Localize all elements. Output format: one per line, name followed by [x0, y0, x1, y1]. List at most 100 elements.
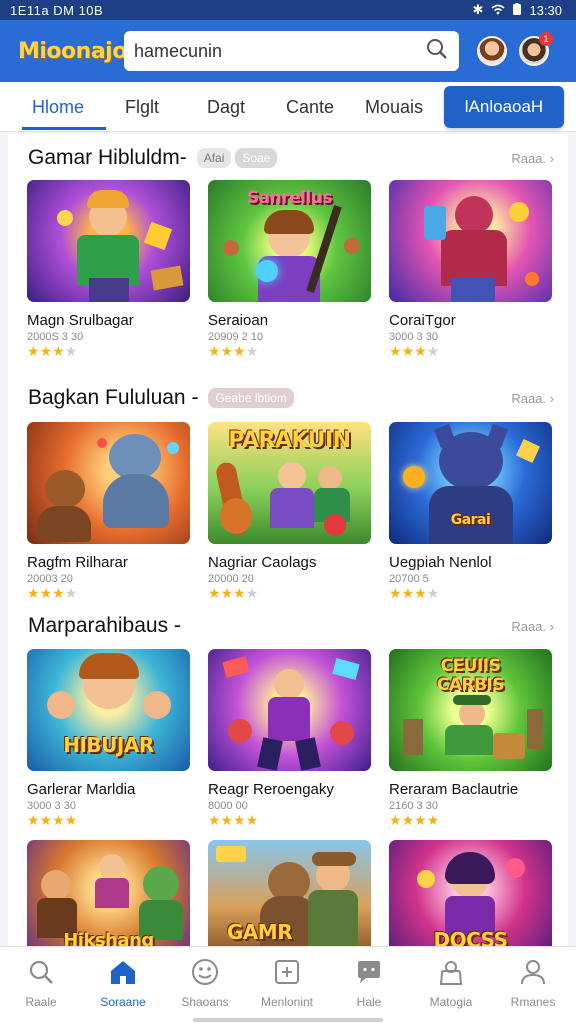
app-header: Mioonajo 1 [0, 20, 576, 82]
search-icon[interactable] [425, 37, 449, 66]
profile-icon [518, 957, 548, 987]
nav-item-profile[interactable]: Rmanes [492, 947, 574, 1024]
search-bar[interactable] [124, 31, 459, 71]
section-chip[interactable]: Afai [196, 148, 232, 168]
game-card[interactable]: Magn Srulbagar 2000S 3 30 ★★★★ [27, 180, 190, 360]
nav-label: Hale [356, 995, 382, 1009]
controller-icon [272, 957, 302, 987]
star-empty-icon: ★ [245, 585, 259, 601]
star-filled-icon: ★ [208, 343, 221, 359]
nav-item-matogia[interactable]: Matogia [410, 947, 492, 1024]
star-filled-icon: ★ [414, 812, 427, 828]
see-all-label: Raaa. [511, 618, 547, 634]
star-empty-icon: ★ [245, 343, 259, 359]
star-empty-icon: ★ [426, 343, 440, 359]
game-title: Magn Srulbagar [27, 312, 134, 329]
game-card[interactable]: HIBUJAR Garlerar Marldia 3000 3 30 ★★★★ [27, 649, 190, 829]
nav-item-shaoans[interactable]: Shaoans [164, 947, 246, 1024]
section-chip[interactable]: Soae [235, 148, 278, 168]
game-card[interactable]: GAMR [208, 840, 371, 946]
see-all-link[interactable]: Raaa. › [511, 619, 554, 634]
star-empty-icon: ★ [426, 585, 440, 601]
nav-label: Rmanes [510, 995, 556, 1009]
tab-cante[interactable]: Cante [268, 82, 352, 132]
star-filled-icon: ★ [27, 812, 40, 828]
game-thumbnail[interactable] [27, 180, 190, 302]
star-filled-icon: ★ [220, 585, 234, 601]
star-filled-icon: ★ [401, 585, 415, 601]
section-title: Gamar Hibluldm- [28, 146, 187, 169]
star-filled-icon: ★ [39, 343, 53, 359]
tab-home[interactable]: Hlome [16, 82, 106, 132]
bluetooth-icon: ✱ [472, 2, 484, 17]
profile-avatar[interactable]: 1 [519, 32, 553, 66]
nav-label: Matogia [429, 995, 473, 1009]
star-filled-icon: ★ [52, 585, 65, 601]
star-filled-icon: ★ [220, 812, 234, 828]
download-button[interactable]: lAnloaoaH [444, 85, 564, 128]
game-thumbnail[interactable]: Garai [389, 422, 552, 544]
game-thumbnail[interactable] [208, 649, 371, 771]
star-filled-icon: ★ [52, 343, 65, 359]
star-filled-icon: ★ [414, 585, 427, 601]
status-icons: ✱ 13:30 [473, 2, 562, 18]
game-title: Ragfm Rilharar [27, 554, 128, 571]
game-thumbnail[interactable]: HIBUJAR [27, 649, 190, 771]
game-card[interactable]: Reagr Reroengaky 8000 00 ★★★★ [208, 649, 371, 829]
avatar[interactable] [477, 36, 507, 66]
nav-item-search[interactable]: Raale [0, 947, 82, 1024]
star-rating: ★★★★ [208, 812, 371, 829]
thumbnail-title: GAMR [226, 920, 293, 944]
search-input[interactable] [134, 40, 425, 62]
app-logo[interactable]: Mioonajo [18, 39, 127, 64]
thumbnail-title: Garai [450, 512, 491, 528]
game-thumbnail[interactable]: PARAKUIN [208, 422, 371, 544]
game-thumbnail[interactable] [27, 422, 190, 544]
game-thumbnail[interactable]: Hikshang [27, 840, 190, 946]
game-title: Reagr Reroengaky [208, 781, 334, 798]
game-card[interactable]: PARAKUIN Nagriar Caolags 20000 20 ★★★★ [208, 422, 371, 602]
game-card[interactable]: Hikshang [27, 840, 190, 946]
game-thumbnail[interactable]: GAMR [208, 840, 371, 946]
home-icon [108, 957, 138, 987]
game-thumbnail[interactable]: Sanrellus [208, 180, 371, 302]
nav-item-home[interactable]: Soraane [82, 947, 164, 1024]
star-rating: ★★★★ [208, 343, 371, 360]
section-title: Marparahibaus - [28, 614, 181, 637]
thumbnail-title: Hikshang [63, 930, 154, 946]
star-rating: ★★★★ [389, 812, 552, 829]
game-feed[interactable]: Gamar Hibluldm- Afai Soae Raaa. › Magn S… [8, 134, 568, 946]
tab-flight[interactable]: Flglt [100, 82, 184, 132]
game-meta: 8000 00 [208, 800, 248, 812]
face-icon [190, 957, 220, 987]
see-all-link[interactable]: Raaa. › [511, 151, 554, 166]
bottom-navigation: Raale Soraane Shaoans Menlonint Hale Mat… [0, 946, 576, 1024]
tab-mouais[interactable]: Mouais [352, 82, 436, 132]
nav-item-menlonint[interactable]: Menlonint [246, 947, 328, 1024]
see-all-link[interactable]: Raaa. › [511, 391, 554, 406]
game-card[interactable]: Garai Uegpiah Nenlol 20700 5 ★★★★ [389, 422, 552, 602]
game-card[interactable]: CEUIIS CARBIS Reraram Baclautrie 2160 3 … [389, 649, 552, 829]
nav-label: Raale [25, 995, 57, 1009]
game-meta: 20909 2 10 [208, 331, 264, 343]
game-thumbnail[interactable]: DOCSS [389, 840, 552, 946]
game-meta: 20700 5 [389, 573, 429, 585]
tab-dagt[interactable]: Dagt [184, 82, 268, 132]
game-card[interactable]: Sanrellus Seraioan 20909 2 10 ★★★★ [208, 180, 371, 360]
star-rating: ★★★★ [389, 343, 552, 360]
game-card[interactable]: CoraiTgor 3000 3 30 ★★★★ [389, 180, 552, 360]
nav-item-hale[interactable]: Hale [328, 947, 410, 1024]
thumbnail-title: HIBUJAR [63, 733, 154, 757]
see-all-label: Raaa. [511, 150, 547, 166]
star-rating: ★★★★ [27, 343, 190, 360]
game-card[interactable]: Ragfm Rilharar 20003 20 ★★★★ [27, 422, 190, 602]
game-card[interactable]: DOCSS [389, 840, 552, 946]
game-thumbnail[interactable]: CEUIIS CARBIS [389, 649, 552, 771]
section-chip[interactable]: Geabe lbtiom [208, 388, 294, 408]
star-filled-icon: ★ [52, 812, 65, 828]
game-title: Nagriar Caolags [208, 554, 317, 571]
home-indicator [193, 1018, 383, 1022]
game-title: Garlerar Marldia [27, 781, 136, 798]
game-thumbnail[interactable] [389, 180, 552, 302]
star-filled-icon: ★ [233, 585, 246, 601]
